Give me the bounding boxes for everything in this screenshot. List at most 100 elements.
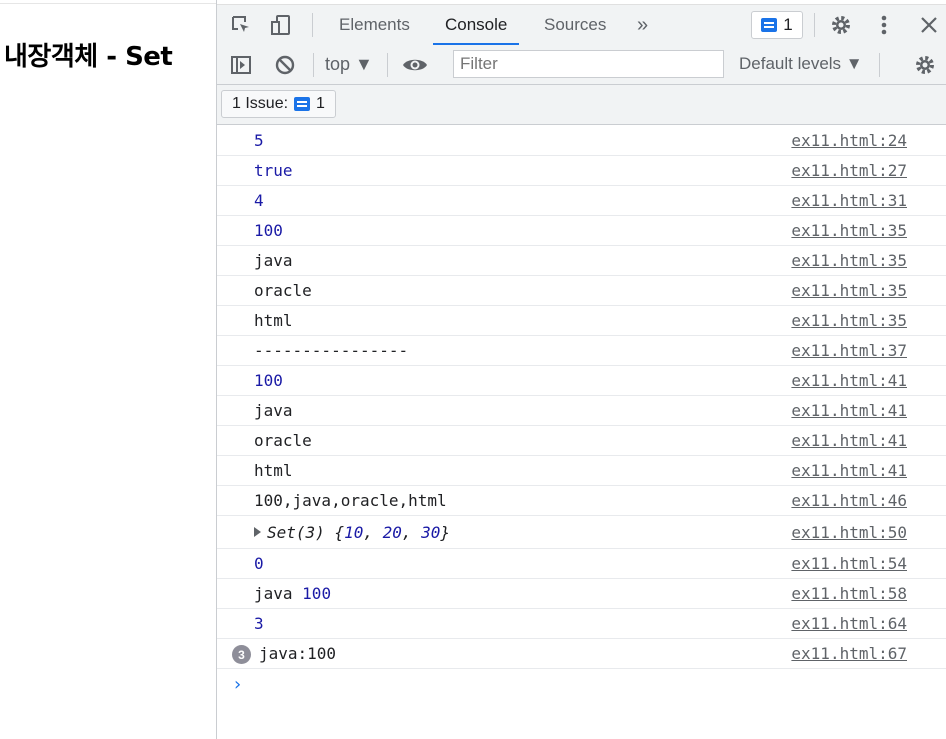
more-options-icon[interactable] xyxy=(872,13,896,37)
issues-button[interactable]: 1 Issue: 1 xyxy=(221,90,336,118)
message-number-part: 100 xyxy=(302,584,332,603)
console-message-row: html ex11.html:35 xyxy=(217,306,946,336)
console-message-row: java ex11.html:41 xyxy=(217,396,946,426)
sidebar-toggle-icon[interactable] xyxy=(229,53,253,77)
issues-badge-count: 1 xyxy=(783,15,793,34)
page-area: 내장객체 - Set xyxy=(0,0,216,739)
console-message-row: 3 java:100 ex11.html:67 xyxy=(217,639,946,669)
console-message-text: 100 xyxy=(254,371,283,390)
toolbar-separator xyxy=(814,13,815,37)
expand-triangle-icon[interactable] xyxy=(254,527,261,537)
source-link[interactable]: ex11.html:64 xyxy=(791,614,907,633)
log-levels-dropdown[interactable]: Default levels ▼ xyxy=(739,54,863,74)
devtools-tabbar: Elements Console Sources » 1 xyxy=(217,4,946,47)
set-value: 20 xyxy=(382,523,402,542)
console-prompt-row[interactable]: › xyxy=(217,669,946,699)
console-message-row: 0 ex11.html:54 xyxy=(217,549,946,579)
device-toolbar-icon[interactable] xyxy=(269,13,293,37)
toolbar-separator xyxy=(879,53,880,77)
source-link[interactable]: ex11.html:46 xyxy=(791,491,907,510)
tab-console[interactable]: Console xyxy=(433,5,520,45)
console-message-text: java xyxy=(254,401,293,420)
source-link[interactable]: ex11.html:35 xyxy=(791,221,907,240)
tab-sources[interactable]: Sources xyxy=(532,5,618,45)
console-message-row: oracle ex11.html:35 xyxy=(217,276,946,306)
console-toolbar: top ▼ Default levels ▼ xyxy=(217,46,946,85)
more-tabs-button[interactable]: » xyxy=(625,5,660,45)
toolbar-separator xyxy=(312,13,313,37)
console-message-row: 100,java,oracle,html ex11.html:46 xyxy=(217,486,946,516)
console-message-text: 100,java,oracle,html xyxy=(254,491,447,510)
console-message-row: Set(3) {10, 20, 30} ex11.html:50 xyxy=(217,516,946,549)
console-message-row: true ex11.html:27 xyxy=(217,156,946,186)
toolbar-separator xyxy=(387,53,388,77)
console-message-text: 4 xyxy=(254,191,264,210)
console-message-text: java:100 xyxy=(259,644,337,663)
source-link[interactable]: ex11.html:24 xyxy=(791,131,907,150)
inspect-element-icon[interactable] xyxy=(229,13,253,37)
issues-count: 1 xyxy=(316,95,325,112)
live-expression-eye-icon[interactable] xyxy=(401,53,429,77)
console-message-text: oracle xyxy=(254,281,312,300)
console-settings-gear-icon[interactable] xyxy=(913,53,937,77)
console-message-row: ---------------- ex11.html:37 xyxy=(217,336,946,366)
prompt-chevron-icon: › xyxy=(232,674,243,695)
message-icon xyxy=(761,18,778,32)
console-message-text: ---------------- xyxy=(254,341,409,360)
set-prefix: Set(3) { xyxy=(267,523,345,542)
toolbar-separator xyxy=(313,53,314,77)
set-object-preview[interactable]: Set(3) {10, 20, 30} xyxy=(254,523,450,542)
issues-label: 1 Issue: xyxy=(232,95,289,112)
console-output: 5 ex11.html:24 true ex11.html:27 4 ex11.html:… xyxy=(217,126,946,699)
source-link[interactable]: ex11.html:37 xyxy=(791,341,907,360)
console-message-row: 5 ex11.html:24 xyxy=(217,126,946,156)
console-message-text: true xyxy=(254,161,293,180)
console-message-text: html xyxy=(254,311,293,330)
issues-badge-button[interactable]: 1 xyxy=(751,11,803,39)
console-message-row: 4 ex11.html:31 xyxy=(217,186,946,216)
console-message-row: java 100 ex11.html:58 xyxy=(217,579,946,609)
console-message-row: 100 ex11.html:35 xyxy=(217,216,946,246)
settings-gear-icon[interactable] xyxy=(829,13,853,37)
console-message-text: java 100 xyxy=(254,584,331,603)
devtools-panel: Elements Console Sources » 1 top ▼ Filte… xyxy=(216,0,946,739)
source-link[interactable]: ex11.html:35 xyxy=(791,311,907,330)
set-value: 10 xyxy=(344,523,364,542)
console-message-text: 100 xyxy=(254,221,283,240)
source-link[interactable]: ex11.html:54 xyxy=(791,554,907,573)
source-link[interactable]: ex11.html:35 xyxy=(791,281,907,300)
clear-console-icon[interactable] xyxy=(273,53,297,77)
console-message-row: html ex11.html:41 xyxy=(217,456,946,486)
tab-elements[interactable]: Elements xyxy=(327,5,422,45)
source-link[interactable]: ex11.html:41 xyxy=(791,431,907,450)
console-message-text: oracle xyxy=(254,431,312,450)
context-selector[interactable]: top ▼ xyxy=(325,54,373,75)
source-link[interactable]: ex11.html:50 xyxy=(791,523,907,542)
page-divider xyxy=(0,3,216,4)
close-icon[interactable] xyxy=(917,13,941,37)
source-link[interactable]: ex11.html:41 xyxy=(791,461,907,480)
page-title: 내장객체 - Set xyxy=(4,42,173,72)
set-suffix: } xyxy=(440,523,451,542)
message-string-part: java xyxy=(254,584,293,603)
console-message-text: 3 xyxy=(254,614,264,633)
filter-input[interactable] xyxy=(453,50,724,78)
source-link[interactable]: ex11.html:27 xyxy=(791,161,907,180)
source-link[interactable]: ex11.html:67 xyxy=(791,644,907,663)
repeat-count-badge: 3 xyxy=(232,645,251,664)
console-message-row: java ex11.html:35 xyxy=(217,246,946,276)
source-link[interactable]: ex11.html:58 xyxy=(791,584,907,603)
console-message-text: 5 xyxy=(254,131,264,150)
source-link[interactable]: ex11.html:31 xyxy=(791,191,907,210)
console-message-text: java xyxy=(254,251,293,270)
console-message-row: 100 ex11.html:41 xyxy=(217,366,946,396)
issues-bar: 1 Issue: 1 xyxy=(217,85,946,125)
source-link[interactable]: ex11.html:41 xyxy=(791,401,907,420)
console-message-row: 3 ex11.html:64 xyxy=(217,609,946,639)
source-link[interactable]: ex11.html:35 xyxy=(791,251,907,270)
message-icon xyxy=(294,97,311,111)
set-value: 30 xyxy=(421,523,441,542)
console-message-text: html xyxy=(254,461,293,480)
console-message-text: 0 xyxy=(254,554,264,573)
source-link[interactable]: ex11.html:41 xyxy=(791,371,907,390)
